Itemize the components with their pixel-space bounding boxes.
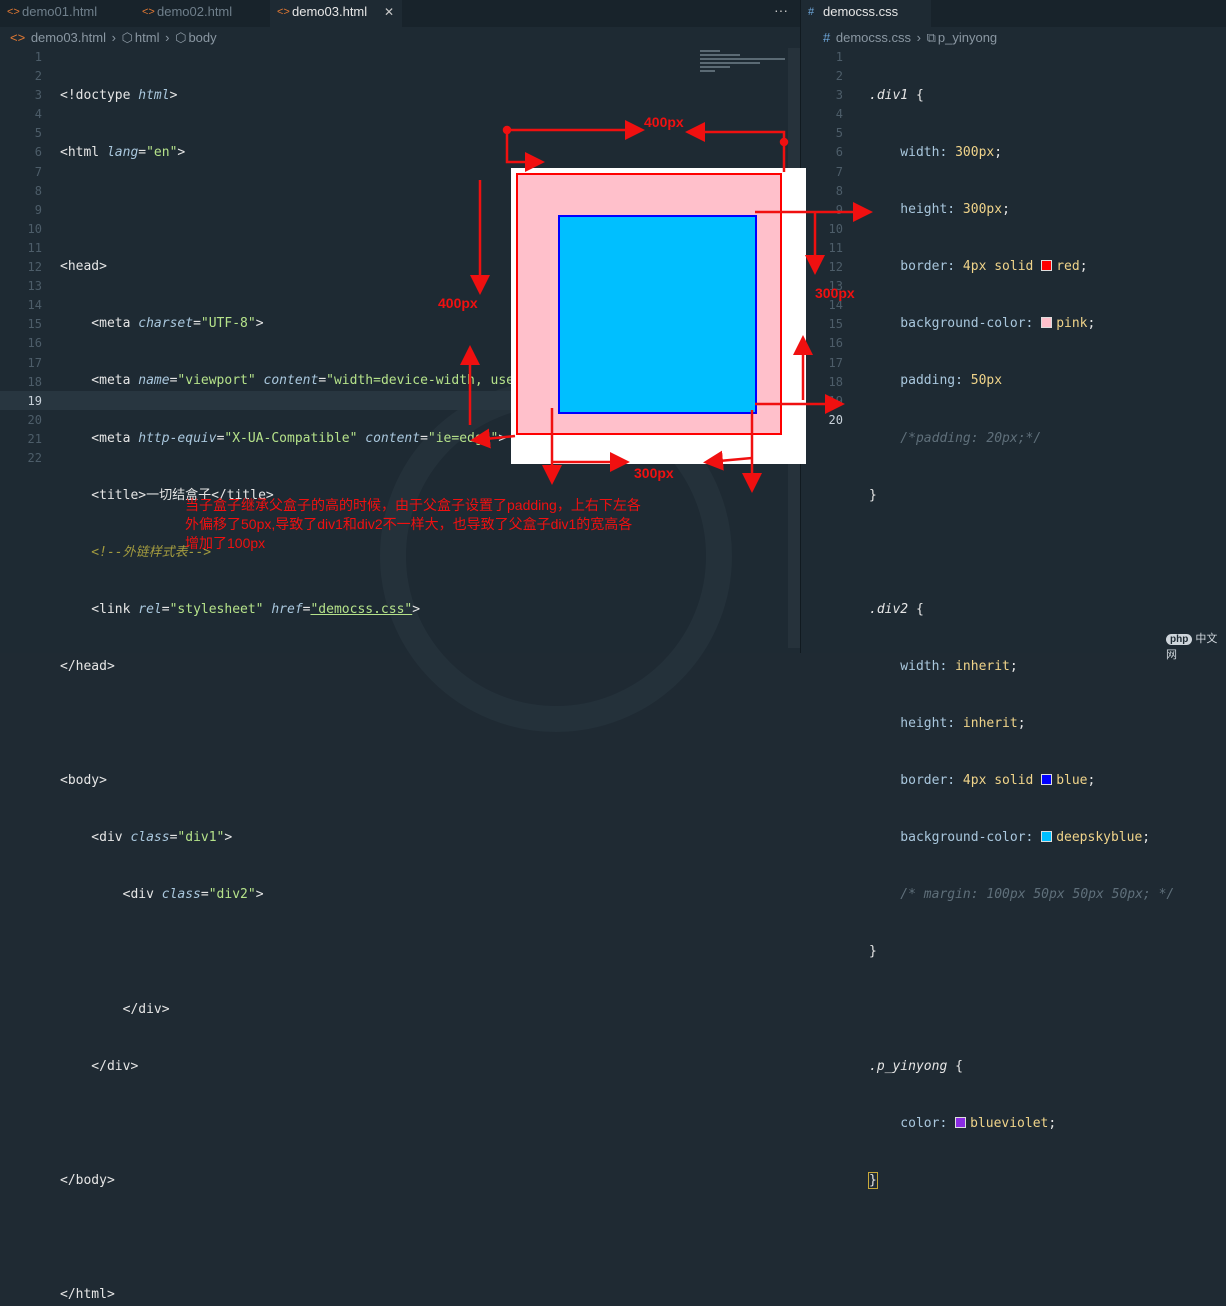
annotation-right-300: 300px [815, 285, 855, 301]
php-cn-logo: php 中文网 [1166, 633, 1218, 661]
code-line: <div class="div1"> [60, 830, 233, 846]
code-line: } [869, 944, 877, 960]
code-line: /* margin: 100px 50px 50px 50px; */ [869, 887, 1175, 903]
code-line: .p_yinyong { [869, 1058, 963, 1074]
annotation-top-400: 400px [644, 114, 684, 130]
annotation-note: 当子盒子继承父盒子的高的时候，由于父盒子设置了padding，上右下左各外偏移了… [185, 497, 641, 551]
code-line: </div> [60, 1058, 139, 1074]
color-swatch[interactable] [1041, 831, 1053, 843]
code-line: </html> [60, 1286, 115, 1302]
code-line: <body> [60, 773, 107, 789]
code-line: height: inherit; [869, 716, 1026, 732]
annotation-arrows [460, 120, 873, 493]
annotation-left-400: 400px [438, 295, 478, 311]
code-line: width: inherit; [869, 658, 1018, 674]
code-line: color: blueviolet; [869, 1115, 1057, 1131]
code-line: background-color: deepskyblue; [869, 830, 1151, 846]
code-line: </head> [60, 658, 115, 674]
code-line: </div> [60, 1001, 170, 1017]
annotation-bottom-300: 300px [634, 465, 674, 481]
color-swatch[interactable] [955, 1116, 967, 1128]
code-line: border: 4px solid blue; [869, 773, 1096, 789]
color-swatch[interactable] [1041, 774, 1053, 786]
code-line: } [868, 1171, 878, 1189]
code-line: </body> [60, 1172, 115, 1188]
code-line: <div class="div2"> [60, 887, 264, 903]
